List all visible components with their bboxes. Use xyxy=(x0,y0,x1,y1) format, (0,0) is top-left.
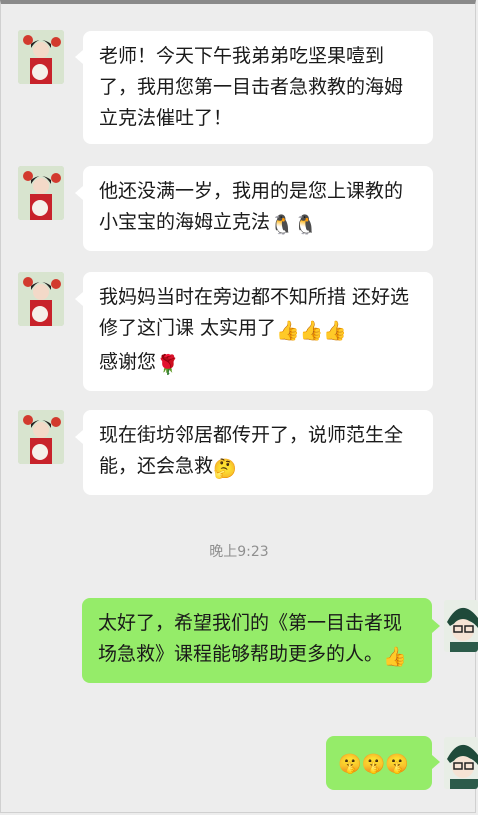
shushing-emoji-icon: 🤫🤫🤫 xyxy=(338,753,409,775)
avatar[interactable] xyxy=(18,30,64,84)
self-message-bubble[interactable]: 🤫🤫🤫 xyxy=(326,736,432,790)
bubble-tail xyxy=(432,619,440,633)
bubble-tail xyxy=(75,292,83,306)
thumbs-up-emoji-icon: 👍 xyxy=(383,646,407,668)
message-bubble[interactable]: ⁠老师！今天下午我弟弟吃坚果噎到了，我用您第一目击者急救教的海姆立克法催吐了！ xyxy=(83,31,433,144)
thumbs-up-emoji-icon: 👍👍👍 xyxy=(276,320,348,342)
message-text: 现在街坊邻居都传开了，说师范生全能，还会急救 xyxy=(99,424,404,477)
message-text: 感谢您 xyxy=(99,351,157,373)
message-bubble[interactable]: 现在街坊邻居都传开了，说师范生全能，还会急救🤔 xyxy=(83,410,433,495)
contact-avatar-icon xyxy=(18,410,64,464)
self-avatar-icon xyxy=(444,600,478,652)
timestamp: 晚上9:23 xyxy=(209,544,269,560)
message-text: 我妈妈当时在旁边都不知所措 还好选修了这门课 太实用了 xyxy=(99,286,410,339)
bubble-tail xyxy=(75,186,83,200)
bubble-tail xyxy=(432,755,440,769)
message-bubble[interactable]: 他还没满一岁，我用的是您上课教的小宝宝的海姆立克法🐧🐧 xyxy=(83,166,433,251)
avatar[interactable] xyxy=(444,600,478,652)
thinking-emoji-icon: 🤔 xyxy=(213,458,237,480)
avatar[interactable] xyxy=(444,737,478,789)
avatar[interactable] xyxy=(18,410,64,464)
self-avatar-icon xyxy=(444,737,478,789)
message-text: 太好了，希望我们的《第一目击者现场急救》课程能够帮助更多的人。 xyxy=(98,612,403,665)
self-message-bubble[interactable]: 太好了，希望我们的《第一目击者现场急救》课程能够帮助更多的人。👍 xyxy=(82,598,432,683)
contact-avatar-icon xyxy=(18,272,64,326)
message-text: 他还没满一岁，我用的是您上课教的小宝宝的海姆立克法 xyxy=(99,180,404,233)
avatar[interactable] xyxy=(18,272,64,326)
contact-avatar-icon xyxy=(18,30,64,84)
message-bubble[interactable]: 我妈妈当时在旁边都不知所措 还好选修了这门课 太实用了👍👍👍 感谢您🌹 xyxy=(83,272,433,391)
bubble-tail xyxy=(75,50,83,64)
penguin-emoji-icon: 🐧🐧 xyxy=(270,214,318,236)
avatar[interactable] xyxy=(18,166,64,220)
rose-emoji-icon: 🌹 xyxy=(156,354,180,376)
bubble-tail xyxy=(75,430,83,444)
message-text: ⁠老师！今天下午我弟弟吃坚果噎到了，我用您第一目击者急救教的海姆立克法催吐了！ xyxy=(99,45,404,129)
contact-avatar-icon xyxy=(18,166,64,220)
